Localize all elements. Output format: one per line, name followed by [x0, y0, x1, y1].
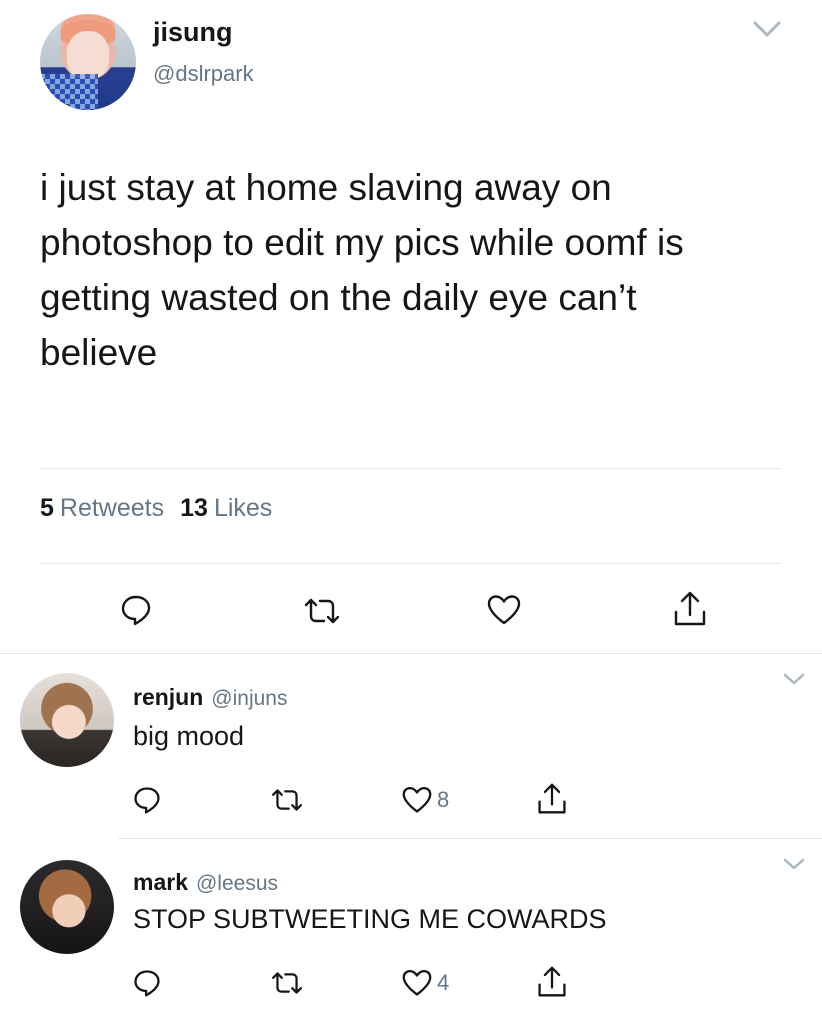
share-icon[interactable]: [672, 590, 708, 628]
heart-icon[interactable]: [401, 968, 433, 998]
chevron-down-icon[interactable]: [782, 856, 806, 872]
reply-author-handle: @injuns: [211, 687, 288, 710]
likes-stat[interactable]: 13 Likes: [180, 494, 272, 523]
share-icon[interactable]: [536, 965, 568, 999]
retweets-stat[interactable]: 5 Retweets: [40, 494, 164, 523]
like-label: Likes: [213, 494, 273, 522]
reply-author-name: mark: [133, 869, 188, 895]
reply-text: big mood: [133, 721, 245, 751]
tweet-text: i just stay at home slaving away on phot…: [40, 167, 684, 373]
avatar-mark[interactable]: [20, 860, 114, 954]
divider: [118, 838, 822, 839]
avatar-shirt: [40, 73, 98, 110]
tweet-stats: 5 Retweets 13 Likes: [40, 494, 272, 523]
retweet-icon[interactable]: [303, 596, 341, 626]
avatar-face: [66, 31, 110, 80]
divider: [40, 563, 782, 564]
retweet-count: 5: [40, 494, 54, 522]
author-handle[interactable]: @dslrpark: [153, 61, 254, 87]
avatar-renjun[interactable]: [20, 673, 114, 767]
reply-icon[interactable]: [132, 785, 162, 815]
reply-like-count: 4: [437, 970, 450, 995]
reply-author-name: renjun: [133, 684, 204, 710]
retweet-icon[interactable]: [270, 970, 304, 996]
chevron-down-icon[interactable]: [782, 671, 806, 687]
reply-author[interactable]: mark @leesus: [133, 869, 278, 896]
heart-icon[interactable]: [401, 785, 433, 815]
divider: [0, 653, 822, 654]
avatar-jisung[interactable]: [40, 14, 136, 110]
reply-icon[interactable]: [119, 593, 153, 627]
divider: [40, 468, 782, 469]
reply-author-handle: @leesus: [195, 872, 279, 895]
reply-author[interactable]: renjun @injuns: [133, 684, 287, 711]
retweet-icon[interactable]: [270, 787, 304, 813]
chevron-down-icon[interactable]: [752, 18, 782, 40]
author-name[interactable]: jisung: [153, 17, 233, 48]
reply-icon[interactable]: [132, 968, 162, 998]
reply-like-count: 8: [437, 787, 450, 812]
heart-icon[interactable]: [486, 593, 522, 627]
like-count: 13: [180, 494, 208, 522]
reply-text: STOP SUBTWEETING ME COWARDS: [133, 904, 607, 934]
share-icon[interactable]: [536, 782, 568, 816]
retweet-label: Retweets: [59, 494, 165, 522]
